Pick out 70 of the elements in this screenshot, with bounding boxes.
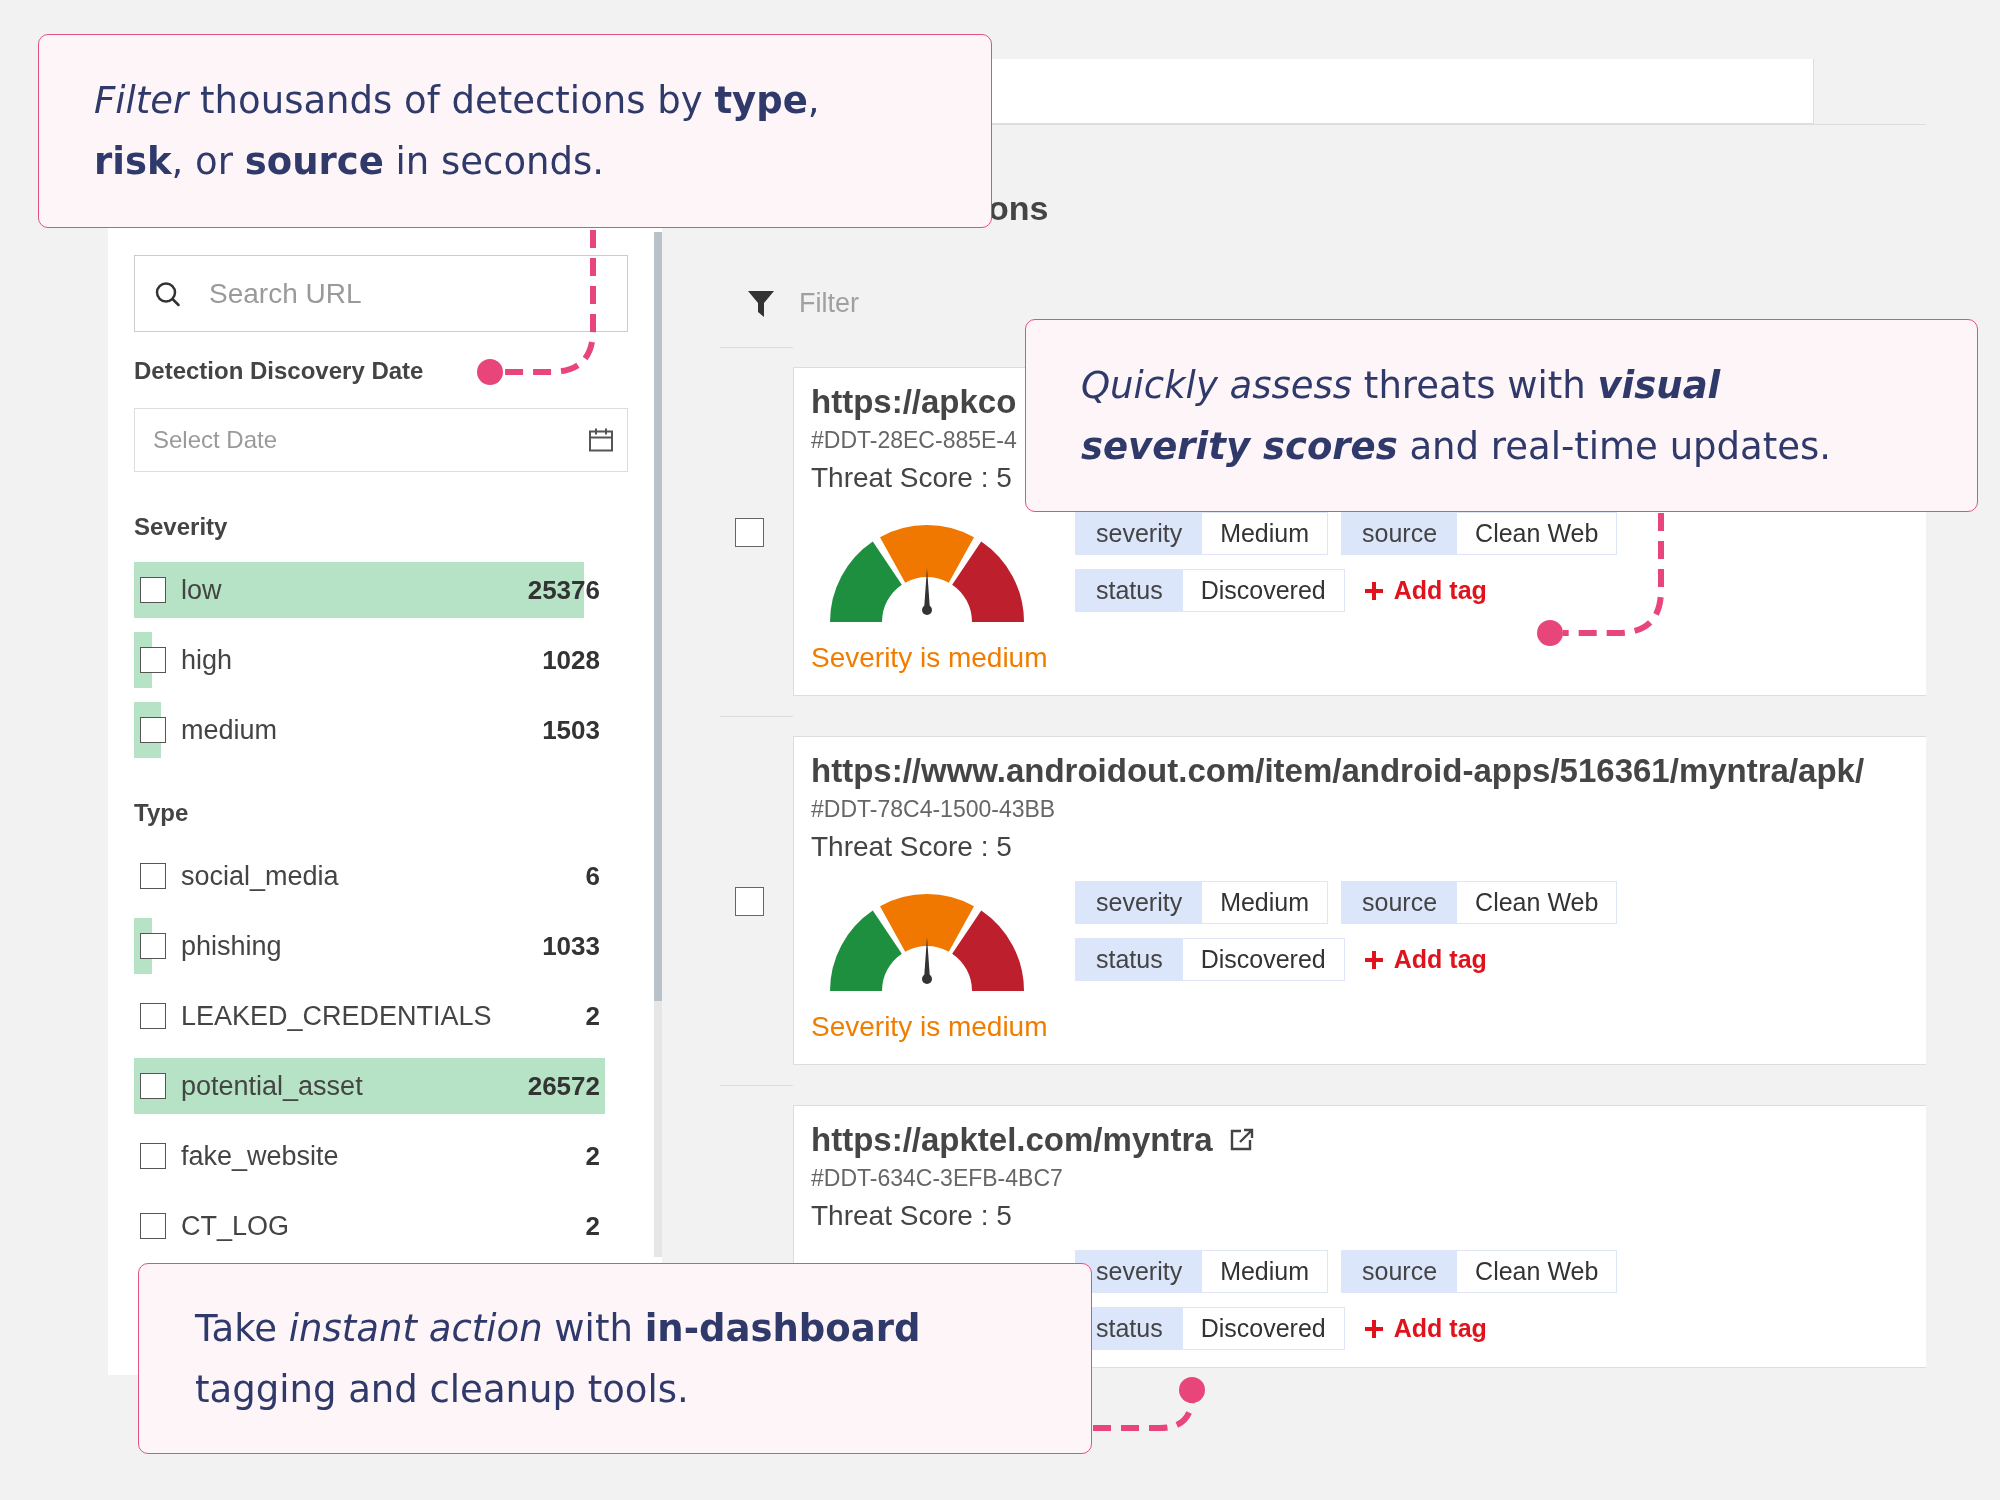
add-tag-button[interactable]: Add tag — [1363, 576, 1487, 605]
threat-score: Threat Score : 5 — [811, 461, 1012, 495]
detection-url[interactable]: https://apkco — [811, 382, 1017, 422]
tag-key: status — [1076, 939, 1183, 980]
detection-id: #DDT-634C-3EFB-4BC7 — [811, 1164, 1063, 1193]
facet-count: 1028 — [542, 644, 600, 676]
section-heading: Severity — [134, 512, 229, 542]
checkbox[interactable] — [140, 577, 166, 603]
callout-text: Filter thousands of detections by type, risk, or source in seconds. — [94, 78, 821, 185]
facet-label: LEAKED_CREDENTIALS — [181, 1000, 493, 1032]
plus-icon — [1363, 1318, 1384, 1339]
facet-count: 25376 — [527, 574, 600, 606]
tag-key: severity — [1076, 882, 1203, 923]
checkbox[interactable] — [140, 1003, 166, 1029]
tag-key: status — [1076, 570, 1183, 611]
facet-count: 2 — [585, 1210, 600, 1242]
plus-icon — [1363, 580, 1384, 601]
tag-key: source — [1342, 1251, 1458, 1292]
checkbox[interactable] — [140, 863, 166, 889]
detection-id: #DDT-28EC-885E-4 — [811, 426, 1017, 455]
external-link-icon[interactable] — [1228, 1128, 1254, 1152]
tag-key: severity — [1076, 513, 1203, 554]
facet-count: 26572 — [527, 1070, 600, 1102]
facet-label: phishing — [181, 930, 283, 962]
add-tag-button[interactable]: Add tag — [1363, 1314, 1487, 1343]
filter-field[interactable]: Filter — [799, 288, 939, 319]
tag-key: source — [1342, 882, 1458, 923]
input-field[interactable] — [992, 59, 1814, 124]
detection-url[interactable]: https://www.androidout.com/item/android-apps/516361/myntra/apk/ — [811, 751, 1865, 791]
callout-text: Take instant action with in-dashboard tagging and cleanup tools. — [195, 1305, 922, 1413]
facet-label: high — [181, 644, 234, 676]
facet-label: low — [181, 574, 223, 606]
tag-key: source — [1342, 513, 1458, 554]
facet-count: 2 — [585, 1000, 600, 1032]
facet-label: CT_LOG — [181, 1210, 291, 1242]
detection-id: #DDT-78C4-1500-43BB — [811, 795, 1056, 824]
checkbox[interactable] — [140, 933, 166, 959]
threat-score: Threat Score : 5 — [811, 1199, 1012, 1233]
field-label: Detection Discovery Date — [134, 357, 425, 385]
threat-score: Threat Score : 5 — [811, 830, 1012, 864]
checkbox[interactable] — [140, 1143, 166, 1169]
search-icon — [154, 280, 181, 307]
facet-label: medium — [181, 714, 279, 746]
date-field[interactable]: Select Date — [134, 408, 628, 472]
facet-count: 1503 — [542, 714, 600, 746]
facet-count: 6 — [585, 860, 600, 892]
tag-key: severity — [1076, 1251, 1203, 1292]
filter-icon[interactable] — [747, 288, 775, 319]
checkbox[interactable] — [735, 886, 764, 916]
severity-label: Severity is medium — [811, 641, 1048, 675]
section-heading: Type — [134, 798, 190, 828]
facet-label: potential_asset — [181, 1070, 364, 1102]
checkbox[interactable] — [140, 1213, 166, 1239]
facet-label: social_media — [181, 860, 340, 892]
checkbox[interactable] — [140, 1073, 166, 1099]
calendar-icon[interactable] — [588, 427, 614, 453]
add-tag-button[interactable]: Add tag — [1363, 945, 1487, 974]
plus-icon — [1363, 949, 1384, 970]
callout-text: Quickly assess threats with visual severity scores and real-time updates. — [1081, 362, 1833, 470]
page-heading: ons — [988, 188, 1049, 229]
checkbox[interactable] — [140, 647, 166, 673]
detection-url[interactable]: https://apktel.com/myntra — [811, 1120, 1213, 1160]
checkbox[interactable] — [735, 517, 764, 547]
search-field[interactable]: Search URL — [134, 255, 628, 332]
scrollbar-thumb[interactable] — [654, 232, 662, 1001]
facet-count: 1033 — [542, 930, 600, 962]
checkbox[interactable] — [140, 717, 166, 743]
facet-count: 2 — [585, 1140, 600, 1172]
facet-label: fake_website — [181, 1140, 340, 1172]
severity-label: Severity is medium — [811, 1010, 1048, 1044]
